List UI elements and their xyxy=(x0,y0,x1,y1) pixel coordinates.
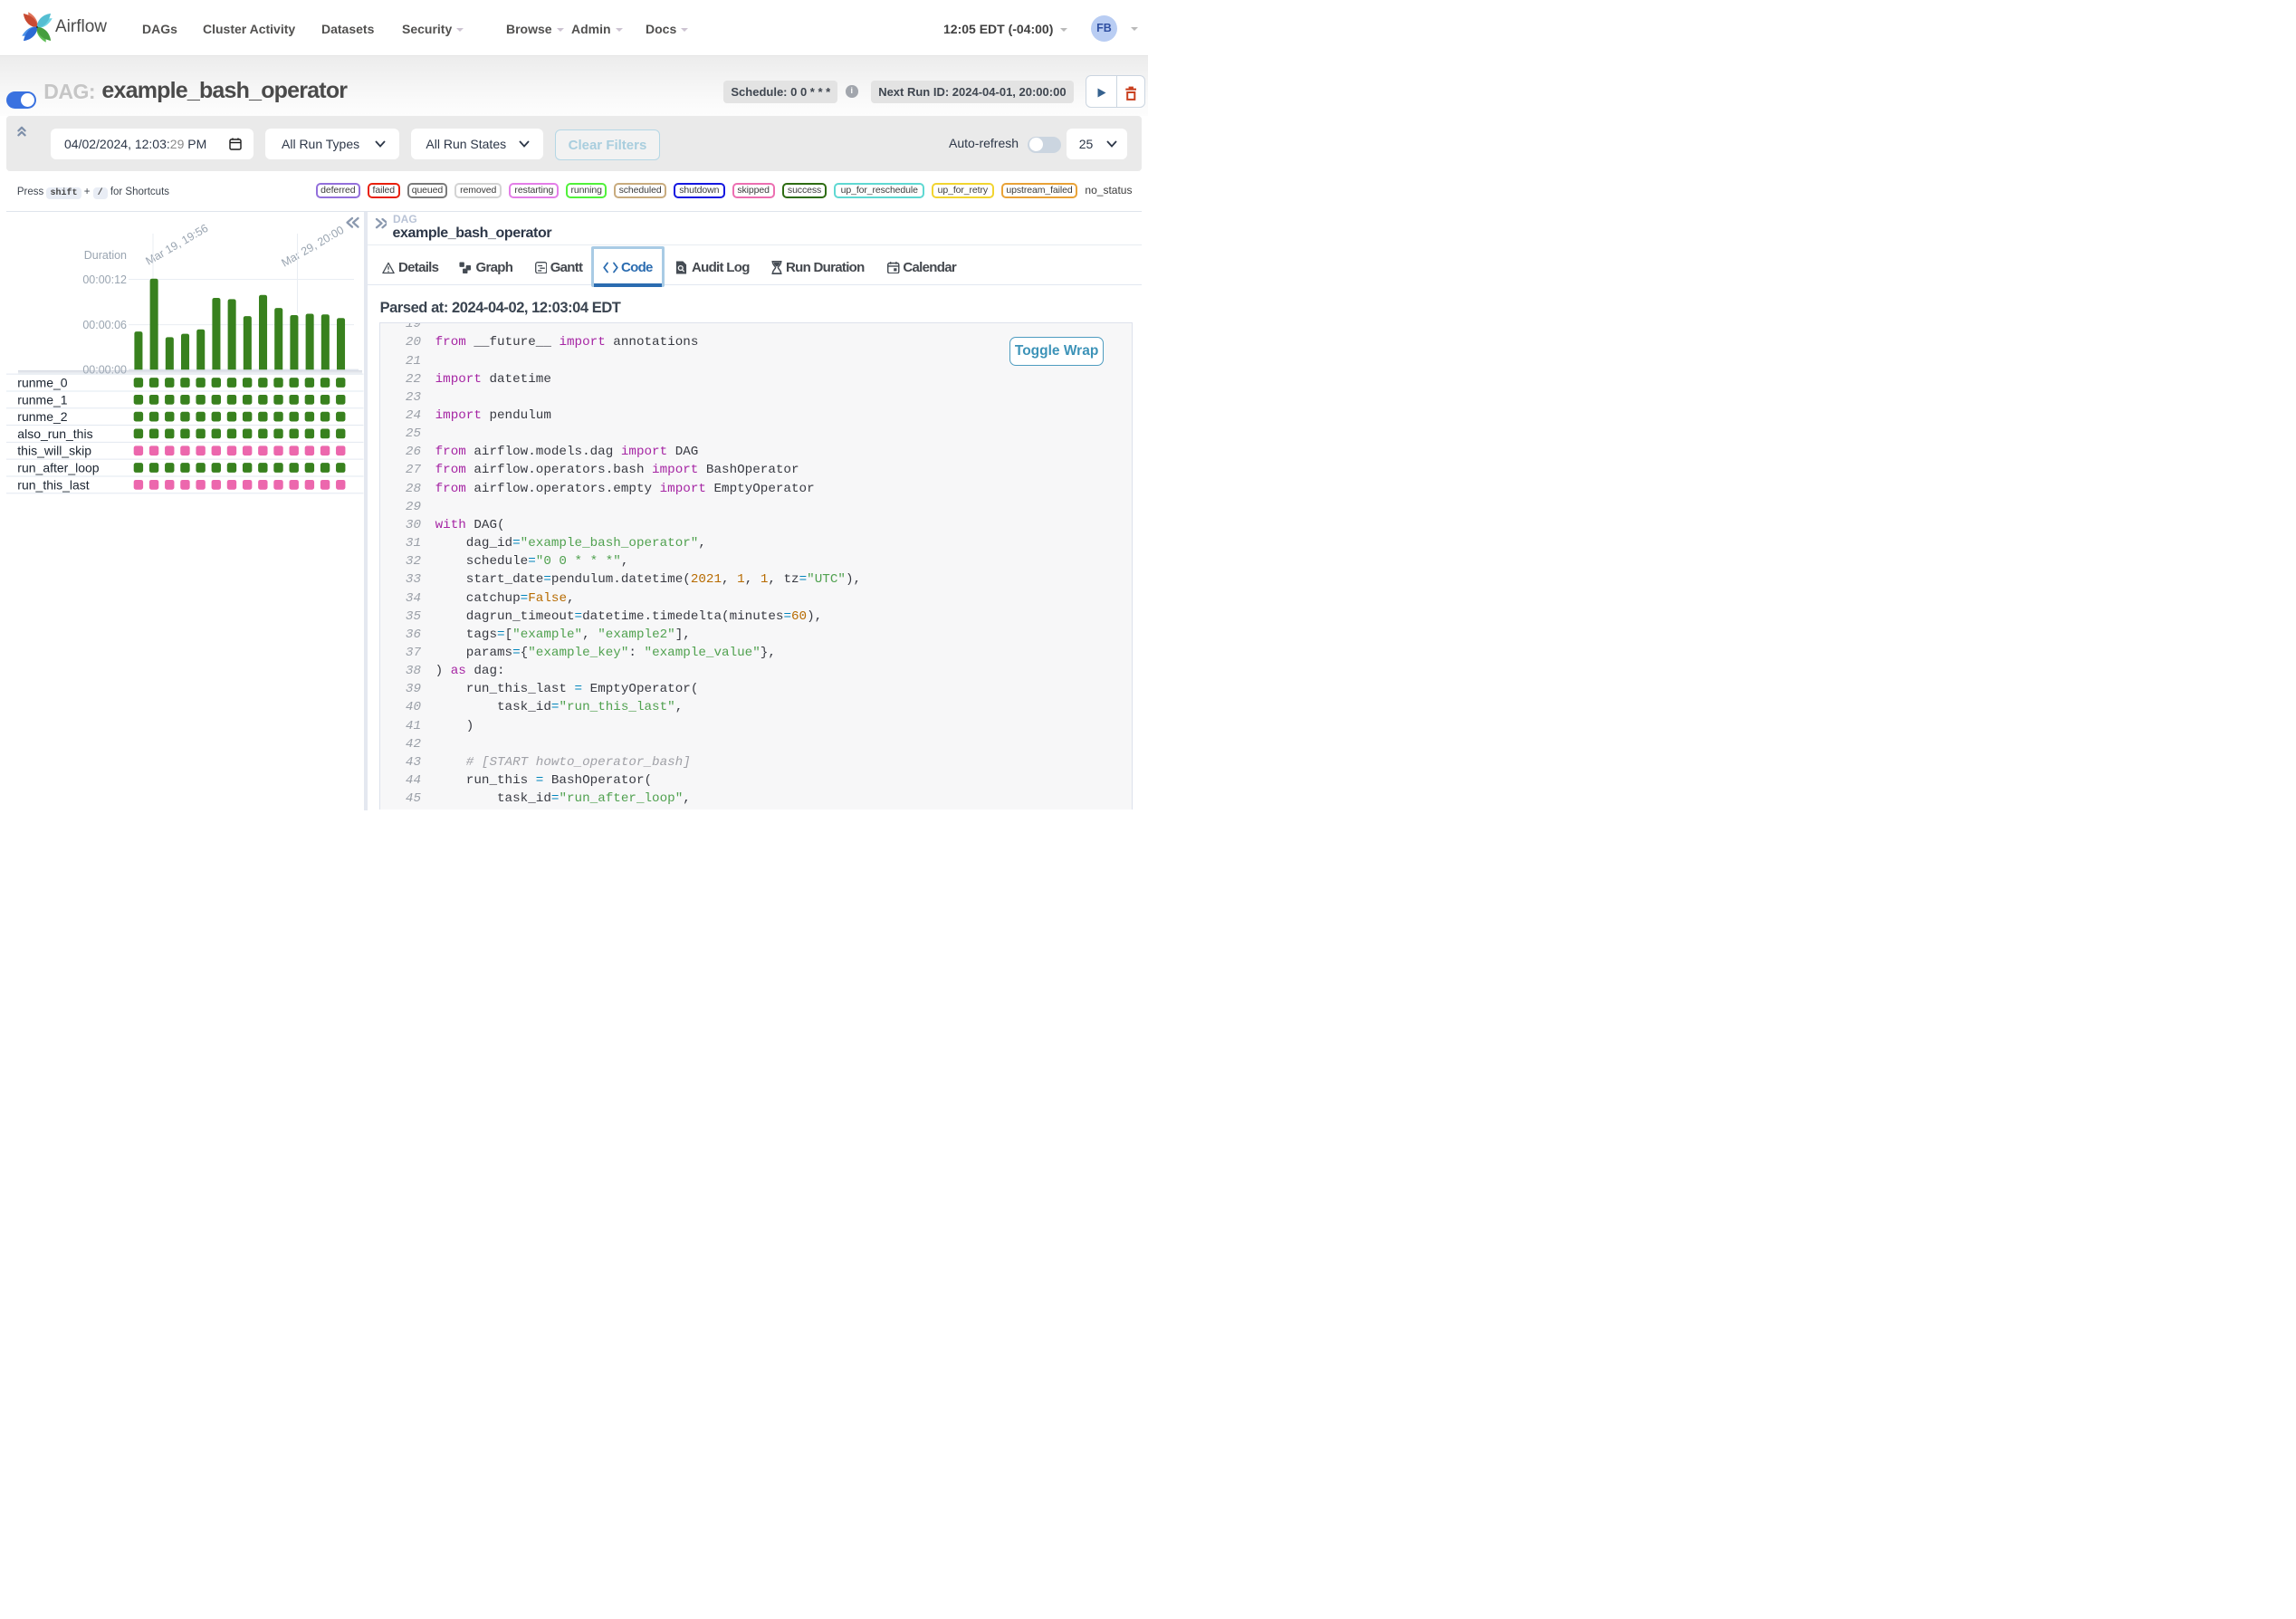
svg-text:run_this_last: run_this_last xyxy=(17,477,89,492)
svg-text:Duration: Duration xyxy=(84,249,127,262)
svg-text:Mar 29, 20:00: Mar 29, 20:00 xyxy=(280,224,347,270)
svg-text:runme_1: runme_1 xyxy=(17,392,67,407)
svg-text:also_run_this: also_run_this xyxy=(17,426,92,441)
svg-text:00:00:12: 00:00:12 xyxy=(82,273,127,286)
svg-text:00:00:06: 00:00:06 xyxy=(82,319,127,331)
svg-text:this_will_skip: this_will_skip xyxy=(17,444,91,458)
svg-text:runme_0: runme_0 xyxy=(17,375,67,389)
svg-text:run_after_loop: run_after_loop xyxy=(17,460,100,474)
svg-text:runme_2: runme_2 xyxy=(17,409,67,424)
svg-text:Mar 19, 19:56: Mar 19, 19:56 xyxy=(144,222,211,268)
